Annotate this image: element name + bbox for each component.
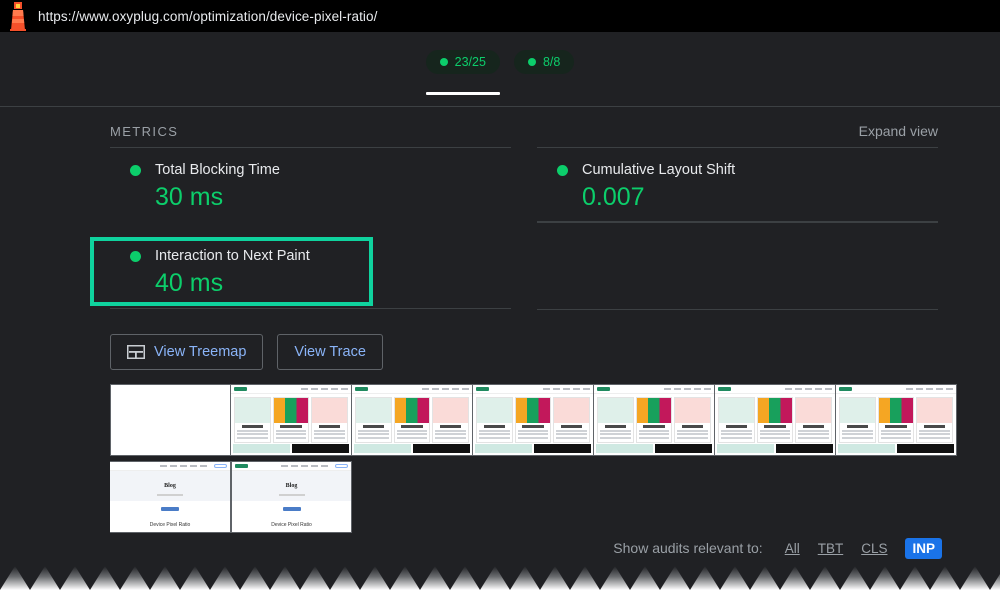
- filter-option-inp[interactable]: INP: [905, 537, 942, 559]
- metrics-grid: Total Blocking Time 30 ms Interaction to…: [62, 147, 938, 311]
- view-trace-label: View Trace: [294, 344, 366, 361]
- view-treemap-button[interactable]: View Treemap: [110, 334, 264, 371]
- metric-header: Total Blocking Time: [130, 162, 511, 178]
- filter-option-tbt[interactable]: TBT: [818, 541, 844, 556]
- metric-total-blocking-time[interactable]: Total Blocking Time 30 ms: [110, 147, 511, 233]
- metric-label: Cumulative Layout Shift: [582, 162, 736, 178]
- metric-label: Total Blocking Time: [155, 162, 280, 178]
- metric-cumulative-layout-shift[interactable]: Cumulative Layout Shift 0.007: [537, 147, 938, 223]
- thumbnail-content: Blog Device Pixel Ratio: [110, 462, 230, 533]
- score-status-dot: [439, 58, 448, 66]
- metric-actions: View Treemap View Trace: [62, 310, 938, 371]
- metrics-column-right: Cumulative Layout Shift 0.007: [537, 147, 938, 311]
- metric-value: 30 ms: [155, 183, 224, 211]
- score-tab-label: 23/25: [454, 55, 486, 69]
- filmstrip-thumbnail[interactable]: [352, 384, 473, 457]
- filmstrip-thumbnail[interactable]: [715, 384, 836, 457]
- filmstrip-thumbnail[interactable]: Blog Device Pixel Ratio Device Pixel Rat…: [231, 461, 352, 534]
- thumbnail-content: [594, 385, 714, 456]
- metric-interaction-to-next-paint[interactable]: Interaction to Next Paint 40 ms: [90, 233, 511, 309]
- filmstrip-thumbnail[interactable]: [594, 384, 715, 457]
- thumbnail-content: Blog Device Pixel Ratio Device Pixel Rat…: [232, 462, 351, 533]
- page-title: METRICS: [110, 124, 179, 139]
- thumbnail-blog-title: Blog: [285, 483, 298, 490]
- filmstrip-thumbnail[interactable]: [473, 384, 594, 457]
- thumbnail-content: [352, 385, 472, 456]
- metrics-column-spacer: [537, 222, 938, 311]
- score-status-dot: [527, 58, 536, 66]
- metrics-panel: METRICS Expand view Total Blocking Time …: [0, 107, 1000, 538]
- thumbnail-article-title: Device Pixel Ratio: [271, 522, 312, 529]
- thumbnail-content: [836, 385, 956, 456]
- metric-value: 0.007: [582, 183, 645, 211]
- thumbnail-content: [473, 385, 593, 456]
- score-tab-label: 8/8: [542, 55, 561, 69]
- metrics-column-left: Total Blocking Time 30 ms Interaction to…: [90, 147, 511, 310]
- category-score-tabs: 23/25 8/8: [0, 32, 1000, 107]
- lighthouse-icon: [10, 2, 26, 31]
- filmstrip-thumbnail[interactable]: [231, 384, 352, 457]
- view-treemap-label: View Treemap: [154, 344, 247, 361]
- filmstrip-thumbnail[interactable]: [110, 384, 231, 457]
- metrics-panel-header: METRICS Expand view: [62, 107, 938, 147]
- metric-value: 40 ms: [155, 269, 224, 298]
- metric-header: Cumulative Layout Shift: [557, 162, 938, 178]
- thumbnail-article-title: Device Pixel Ratio: [149, 522, 191, 529]
- thumbnail-blog-title: Blog: [164, 483, 176, 490]
- audit-filter-bar: Show audits relevant to: All TBT CLS INP: [0, 533, 1000, 563]
- metric-status-dot: [130, 250, 141, 262]
- metric-status-dot: [130, 164, 141, 176]
- thumbnail-content: [111, 385, 230, 456]
- filter-label: Show audits relevant to:: [613, 540, 763, 556]
- filmstrip-thumbnail[interactable]: [836, 384, 957, 457]
- thumbnail-content: [715, 385, 835, 456]
- filmstrip: Blog Device Pixel Ratio Blog Device Pixe…: [62, 370, 972, 538]
- metric-header: Interaction to Next Paint: [130, 248, 511, 264]
- thumbnail-content: [231, 385, 351, 456]
- url-bar: https://www.oxyplug.com/optimization/dev…: [0, 0, 1000, 32]
- expand-view-button[interactable]: Expand view: [859, 123, 938, 139]
- filter-option-all[interactable]: All: [785, 541, 800, 556]
- metric-label: Interaction to Next Paint: [155, 248, 310, 265]
- metric-status-dot: [557, 164, 568, 176]
- filmstrip-thumbnail[interactable]: Blog Device Pixel Ratio: [110, 461, 231, 534]
- view-trace-button[interactable]: View Trace: [277, 334, 383, 371]
- treemap-icon: [127, 345, 145, 360]
- page-url: https://www.oxyplug.com/optimization/dev…: [38, 8, 378, 24]
- torn-edge-decoration: [0, 563, 1000, 590]
- score-tab-secondary[interactable]: 8/8: [513, 50, 575, 74]
- score-tab-performance[interactable]: 23/25: [425, 50, 501, 95]
- filter-option-cls[interactable]: CLS: [861, 541, 887, 556]
